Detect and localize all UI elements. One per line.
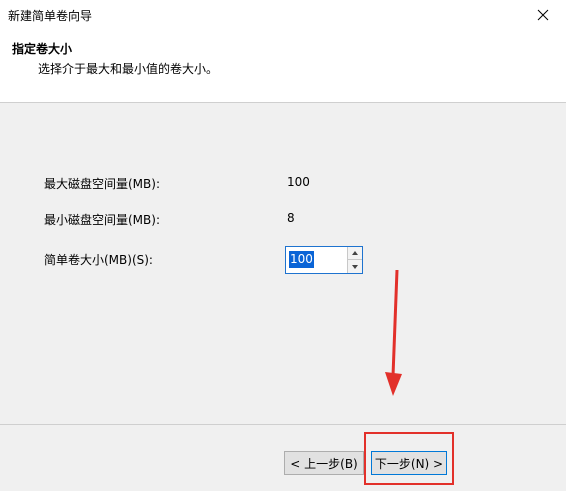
footer-divider [0,424,566,425]
page-subtitle: 选择介于最大和最小值的卷大小。 [38,62,219,76]
chevron-down-icon [352,264,358,269]
window-title: 新建简单卷向导 [8,9,93,23]
arrow-down-icon [385,269,402,396]
close-button[interactable] [520,0,566,30]
max-space-label: 最大磁盘空间量(MB): [44,177,160,191]
next-button-highlight [364,432,454,485]
stepper-buttons [347,247,362,273]
volume-size-stepper[interactable]: 100 [285,246,363,274]
min-space-value: 8 [287,211,295,225]
close-icon [537,9,549,21]
volume-size-input[interactable]: 100 [289,251,314,268]
stepper-down-button[interactable] [348,260,362,273]
title-bar: 新建简单卷向导 [0,0,566,30]
volume-size-label: 简单卷大小(MB)(S): [44,253,153,267]
min-space-label: 最小磁盘空间量(MB): [44,213,160,227]
page-title: 指定卷大小 [12,42,73,56]
stepper-up-button[interactable] [348,247,362,260]
wizard-content: 最大磁盘空间量(MB): 100 最小磁盘空间量(MB): 8 简单卷大小(MB… [0,103,566,423]
max-space-value: 100 [287,175,310,189]
chevron-up-icon [352,251,358,255]
back-button[interactable]: < 上一步(B) [284,451,364,475]
wizard-header: 指定卷大小 选择介于最大和最小值的卷大小。 [0,30,566,102]
